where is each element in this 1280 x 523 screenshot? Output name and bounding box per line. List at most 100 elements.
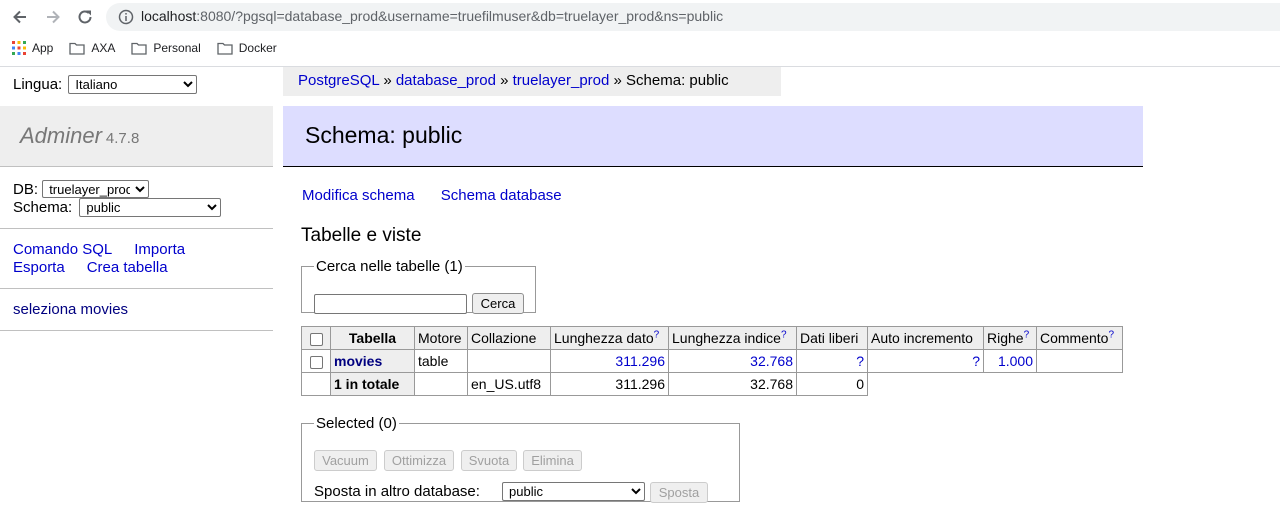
language-label: Lingua: bbox=[13, 76, 63, 93]
move-button[interactable]: Sposta bbox=[650, 482, 708, 503]
total-blank bbox=[984, 373, 1037, 396]
tables-table: Tabella Motore Collazione Lunghezza dato… bbox=[301, 326, 1123, 396]
help-mark[interactable]: ? bbox=[1024, 329, 1030, 340]
free-link[interactable]: ? bbox=[856, 353, 864, 369]
divider bbox=[0, 288, 273, 289]
col-righe[interactable]: Righe? bbox=[983, 326, 1037, 350]
bookmark-app[interactable]: App bbox=[12, 41, 53, 55]
col-auto-incremento[interactable]: Auto incremento bbox=[867, 326, 984, 350]
breadcrumb-database[interactable]: truelayer_prod bbox=[513, 72, 610, 89]
total-collation: en_US.utf8 bbox=[467, 372, 551, 396]
alter-schema-link[interactable]: Modifica schema bbox=[302, 187, 415, 204]
col-commento[interactable]: Commento? bbox=[1036, 326, 1123, 350]
auto-inc-link[interactable]: ? bbox=[972, 353, 980, 369]
schema-label: Schema: bbox=[13, 199, 73, 216]
search-button[interactable]: Cerca bbox=[472, 293, 524, 314]
total-label: 1 in totale bbox=[330, 372, 415, 396]
drop-button[interactable]: Elimina bbox=[523, 450, 582, 471]
rows-link[interactable]: 1.000 bbox=[998, 353, 1033, 369]
table-name-link[interactable]: movies bbox=[334, 353, 382, 369]
total-free: 0 bbox=[796, 372, 868, 396]
breadcrumb-current: Schema: public bbox=[626, 72, 729, 89]
info-icon[interactable] bbox=[118, 9, 134, 28]
address-bar[interactable]: localhost:8080/?pgsql=database_prod&user… bbox=[106, 3, 1280, 31]
bookmark-label: Docker bbox=[238, 41, 277, 55]
bookmark-docker[interactable]: Docker bbox=[217, 41, 277, 55]
search-input[interactable] bbox=[314, 294, 467, 314]
select-all-checkbox[interactable] bbox=[309, 332, 323, 346]
col-lunghezza-dato[interactable]: Lunghezza dato? bbox=[550, 326, 669, 350]
col-collazione[interactable]: Collazione bbox=[467, 326, 551, 350]
schema-links: Modifica schema Schema database bbox=[302, 187, 584, 204]
browser-chrome: localhost:8080/?pgsql=database_prod&user… bbox=[0, 0, 1280, 67]
select-movies-link[interactable]: seleziona movies bbox=[13, 301, 128, 318]
total-data-length: 311.296 bbox=[550, 372, 669, 396]
col-motore[interactable]: Motore bbox=[414, 326, 468, 350]
export-link[interactable]: Esporta bbox=[13, 259, 65, 276]
search-legend: Cerca nelle tabelle (1) bbox=[316, 258, 463, 275]
forward-arrow-icon[interactable] bbox=[41, 5, 65, 29]
language-select[interactable]: Italiano bbox=[68, 75, 198, 94]
adminer-logo[interactable]: Adminer 4.7.8 bbox=[20, 123, 139, 149]
page-title: Schema: public bbox=[305, 122, 463, 148]
breadcrumb: PostgreSQL » database_prod » truelayer_p… bbox=[283, 67, 781, 96]
select-all-cell bbox=[301, 326, 331, 350]
db-select[interactable]: truelayer_prod bbox=[42, 180, 150, 198]
col-tabella[interactable]: Tabella bbox=[330, 326, 415, 350]
engine-cell: table bbox=[414, 349, 468, 373]
truncate-button[interactable]: Svuota bbox=[461, 450, 517, 471]
language-form: Lingua: Italiano bbox=[13, 75, 198, 94]
total-blank bbox=[868, 373, 984, 396]
help-mark[interactable]: ? bbox=[781, 329, 787, 340]
help-mark[interactable]: ? bbox=[1108, 329, 1114, 340]
optimize-button[interactable]: Ottimizza bbox=[384, 450, 454, 471]
section-title: Tabelle e viste bbox=[301, 225, 422, 246]
total-empty-cell bbox=[301, 372, 331, 396]
help-mark[interactable]: ? bbox=[654, 329, 660, 340]
table-name-cell: movies bbox=[330, 349, 415, 373]
selected-fieldset: Selected (0) Vacuum Ottimizza Svuota Eli… bbox=[301, 415, 740, 503]
bookmark-label: Personal bbox=[153, 41, 201, 55]
folder-icon bbox=[69, 42, 86, 55]
vacuum-button[interactable]: Vacuum bbox=[314, 450, 377, 471]
import-link[interactable]: Importa bbox=[134, 241, 185, 258]
auto-inc-cell: ? bbox=[867, 349, 984, 373]
db-row: DB: truelayer_prod bbox=[13, 180, 150, 198]
back-arrow-icon[interactable] bbox=[8, 5, 32, 29]
col-dati-liberi[interactable]: Dati liberi bbox=[796, 326, 868, 350]
database-schema-link[interactable]: Schema database bbox=[441, 187, 562, 204]
collation-cell bbox=[467, 349, 551, 373]
data-length-cell: 311.296 bbox=[550, 349, 669, 373]
sidebar-menu: Lingua: Italiano Adminer 4.7.8 DB: truela… bbox=[0, 67, 273, 523]
col-lunghezza-indice[interactable]: Lunghezza indice? bbox=[668, 326, 797, 350]
breadcrumb-postgresql[interactable]: PostgreSQL bbox=[298, 72, 379, 89]
sql-command-link[interactable]: Comando SQL bbox=[13, 241, 112, 258]
reload-icon[interactable] bbox=[73, 5, 97, 29]
schema-row: Schema: public bbox=[13, 198, 222, 217]
bookmark-label: AXA bbox=[91, 41, 116, 55]
create-table-link[interactable]: Crea tabella bbox=[87, 259, 168, 276]
version-label: 4.7.8 bbox=[105, 130, 140, 147]
index-length-link[interactable]: 32.768 bbox=[750, 353, 793, 369]
page-header: Schema: public bbox=[283, 106, 1143, 167]
bookmark-personal[interactable]: Personal bbox=[131, 41, 201, 55]
data-length-link[interactable]: 311.296 bbox=[615, 353, 665, 369]
breadcrumb-separator: » bbox=[383, 72, 392, 89]
table-row: movies table 311.296 32.768 ? ? 1.000 bbox=[301, 349, 1123, 373]
table-header-row: Tabella Motore Collazione Lunghezza dato… bbox=[301, 326, 1123, 350]
db-label: DB: bbox=[13, 181, 39, 198]
rows-cell: 1.000 bbox=[983, 349, 1037, 373]
total-engine-cell bbox=[414, 372, 468, 396]
url-text: localhost:8080/?pgsql=database_prod&user… bbox=[141, 8, 724, 24]
total-index-length: 32.768 bbox=[668, 372, 797, 396]
bookmark-axa[interactable]: AXA bbox=[69, 41, 115, 55]
total-blank bbox=[1037, 373, 1123, 396]
schema-select[interactable]: public bbox=[79, 198, 222, 217]
breadcrumb-separator: » bbox=[500, 72, 509, 89]
move-database-select[interactable]: public bbox=[502, 482, 645, 501]
row-checkbox[interactable] bbox=[309, 355, 323, 369]
table-total-row: 1 in totale en_US.utf8 311.296 32.768 0 bbox=[301, 372, 1123, 396]
breadcrumb-server[interactable]: database_prod bbox=[396, 72, 496, 89]
main-content: PostgreSQL » database_prod » truelayer_p… bbox=[283, 67, 1280, 523]
bookmark-label: App bbox=[32, 41, 54, 55]
